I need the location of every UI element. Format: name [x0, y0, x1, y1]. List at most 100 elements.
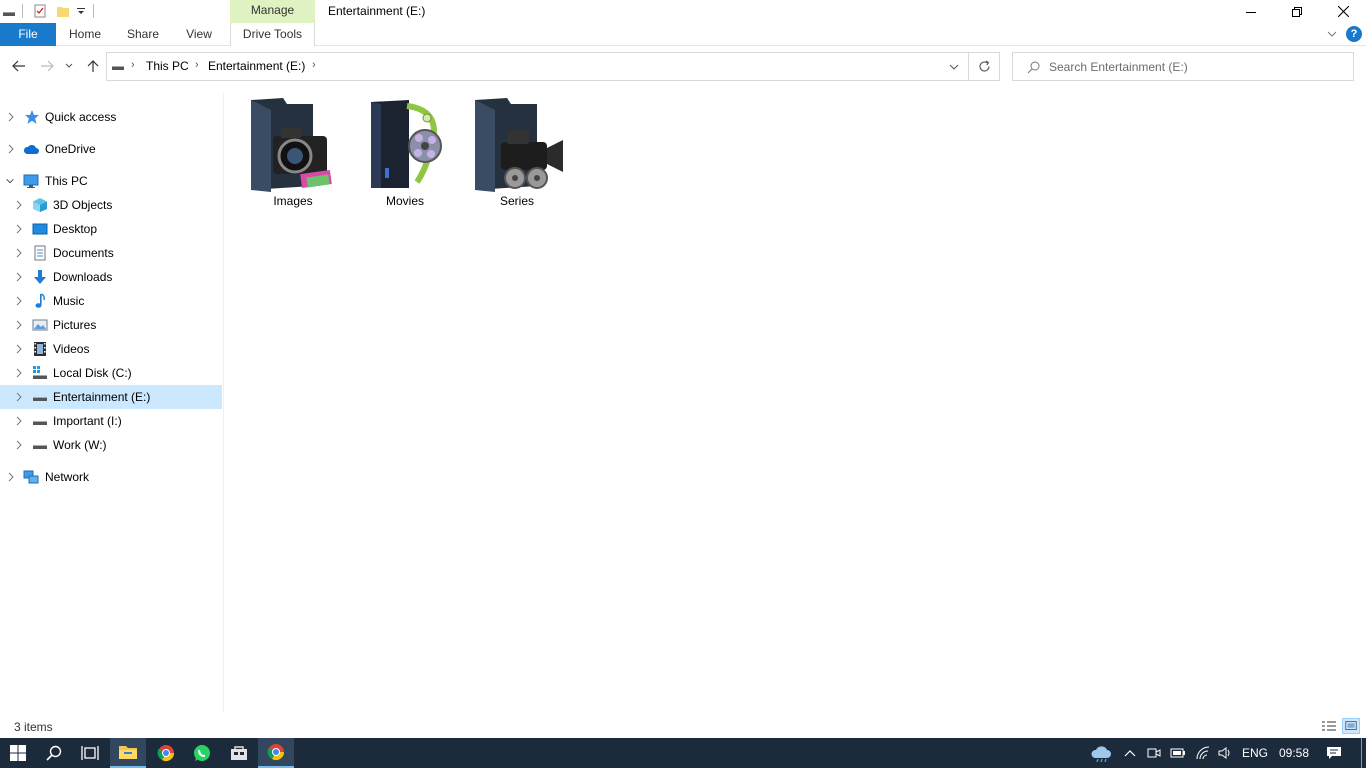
address-bar[interactable]: › This PC › Entertainment (E:) ›: [106, 52, 969, 81]
desktop-icon: [32, 223, 48, 235]
sidebar-item-quick-access[interactable]: Quick access: [0, 105, 222, 129]
chevron-right-icon[interactable]: [14, 295, 24, 307]
breadcrumb-separator[interactable]: ›: [131, 59, 135, 71]
chrome-icon: [157, 745, 175, 762]
language-indicator[interactable]: ENG: [1238, 738, 1272, 768]
taskbar-chrome[interactable]: [148, 738, 184, 768]
folder-movies[interactable]: Movies: [349, 96, 461, 214]
drive-icon: [33, 397, 47, 401]
film-reel-case-icon: [371, 100, 442, 188]
show-desktop-button[interactable]: [1361, 738, 1362, 768]
tab-share[interactable]: Share: [118, 23, 168, 46]
chevron-right-icon[interactable]: [14, 343, 24, 355]
breadcrumb-this-pc[interactable]: This PC: [146, 59, 189, 73]
folder-label: Series: [499, 194, 534, 208]
tab-file[interactable]: File: [0, 23, 56, 46]
taskbar-file-explorer[interactable]: [110, 738, 146, 768]
sidebar-item-label: Local Disk (C:): [53, 366, 132, 380]
tab-view[interactable]: View: [176, 23, 222, 46]
sidebar-item-downloads[interactable]: Downloads: [0, 265, 222, 289]
meet-now-icon[interactable]: [1144, 738, 1164, 768]
folder-images[interactable]: Images: [237, 96, 349, 214]
task-view-button[interactable]: [72, 738, 108, 768]
chevron-down-icon[interactable]: [1326, 28, 1338, 40]
taskbar-chrome-2[interactable]: [258, 738, 294, 768]
manage-tab-group: Manage: [230, 0, 315, 23]
wifi-icon[interactable]: [1192, 738, 1214, 768]
chevron-right-icon[interactable]: [14, 271, 24, 283]
weather-icon[interactable]: [1088, 738, 1114, 768]
chevron-right-icon[interactable]: [14, 247, 24, 259]
sidebar-item-music[interactable]: Music: [0, 289, 222, 313]
chevron-right-icon[interactable]: [14, 391, 24, 403]
chevron-right-icon[interactable]: [14, 415, 24, 427]
drive-icon[interactable]: [2, 4, 16, 18]
restore-icon: [1292, 6, 1302, 17]
battery-icon[interactable]: [1168, 738, 1188, 768]
network-icon: [23, 470, 39, 484]
sidebar-item-pictures[interactable]: Pictures: [0, 313, 222, 337]
chevron-right-icon[interactable]: [14, 319, 24, 331]
properties-icon[interactable]: [33, 4, 47, 18]
chevron-right-icon[interactable]: [6, 143, 16, 155]
minimize-icon: [1246, 11, 1256, 13]
details-view-icon[interactable]: [1320, 718, 1338, 734]
folder-series[interactable]: Series: [461, 96, 573, 214]
sidebar-item-this-pc[interactable]: This PC: [0, 169, 222, 193]
large-icons-view-icon[interactable]: [1342, 718, 1360, 734]
tab-home[interactable]: Home: [60, 23, 110, 46]
chevron-down-icon[interactable]: [949, 64, 959, 71]
chevron-right-icon[interactable]: [14, 367, 24, 379]
taskbar-store[interactable]: [221, 738, 257, 768]
sidebar-item-network[interactable]: Network: [0, 465, 222, 489]
action-center-icon[interactable]: [1320, 738, 1348, 768]
search-button[interactable]: [36, 738, 72, 768]
sidebar-item-videos[interactable]: Videos: [0, 337, 222, 361]
search-box[interactable]: [1012, 52, 1354, 81]
chevron-right-icon[interactable]: [6, 471, 16, 483]
sidebar-item-onedrive[interactable]: OneDrive: [0, 137, 222, 161]
recent-locations-button[interactable]: [63, 57, 75, 75]
sidebar-item-desktop[interactable]: Desktop: [0, 217, 222, 241]
new-folder-icon[interactable]: [56, 4, 70, 18]
sidebar-item-3d-objects[interactable]: 3D Objects: [0, 193, 222, 217]
chevron-right-icon[interactable]: [6, 111, 16, 123]
tab-drive-tools[interactable]: Drive Tools: [230, 23, 315, 46]
breadcrumb-entertainment[interactable]: Entertainment (E:): [208, 59, 305, 73]
restore-button[interactable]: [1274, 0, 1320, 23]
breadcrumb-separator[interactable]: ›: [195, 59, 199, 71]
help-icon[interactable]: ?: [1346, 26, 1362, 42]
taskbar-whatsapp[interactable]: [184, 738, 220, 768]
refresh-button[interactable]: [969, 52, 1000, 81]
arrow-right-icon: [41, 60, 54, 72]
back-button[interactable]: [10, 57, 28, 75]
volume-icon[interactable]: [1214, 738, 1236, 768]
navigation-pane: Quick access OneDrive This PC 3D Objects…: [0, 93, 224, 713]
sidebar-item-label: Work (W:): [53, 438, 107, 452]
star-icon: [25, 110, 39, 124]
camera-folder-icon: [251, 98, 332, 192]
chevron-right-icon[interactable]: [14, 439, 24, 451]
sidebar-item-local-disk-c[interactable]: Local Disk (C:): [0, 361, 222, 385]
close-button[interactable]: [1320, 0, 1366, 23]
chevron-right-icon[interactable]: [14, 199, 24, 211]
chevron-down-icon[interactable]: [5, 175, 15, 187]
qat-dropdown-icon[interactable]: [75, 4, 87, 18]
chevron-up-icon[interactable]: [1120, 738, 1140, 768]
clock[interactable]: 09:58: [1274, 738, 1314, 768]
sidebar-item-entertainment-e[interactable]: Entertainment (E:): [0, 385, 222, 409]
music-note-icon: [35, 293, 45, 308]
start-button[interactable]: [0, 738, 36, 768]
sidebar-item-important-i[interactable]: Important (I:): [0, 409, 222, 433]
chevron-right-icon[interactable]: [14, 223, 24, 235]
search-input[interactable]: [1049, 53, 1349, 80]
store-icon: [231, 746, 247, 760]
up-button[interactable]: [84, 57, 102, 75]
breadcrumb-separator[interactable]: ›: [312, 59, 316, 71]
sidebar-item-work-w[interactable]: Work (W:): [0, 433, 222, 457]
sidebar-item-documents[interactable]: Documents: [0, 241, 222, 265]
sidebar-item-label: Music: [53, 294, 85, 308]
minimize-button[interactable]: [1228, 0, 1274, 23]
sidebar-item-label: Videos: [53, 342, 90, 356]
forward-button[interactable]: [38, 57, 56, 75]
